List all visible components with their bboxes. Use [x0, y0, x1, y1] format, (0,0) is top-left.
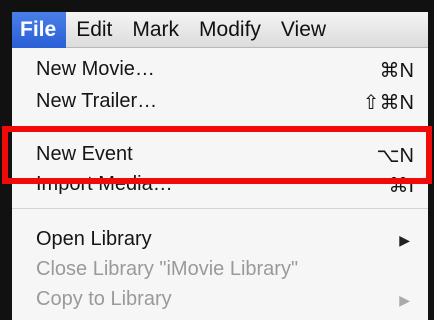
menu-item-close-library: Close Library "iMovie Library" — [12, 254, 428, 286]
menu-separator — [12, 126, 428, 127]
menu-item-new-movie[interactable]: New Movie… ⌘N — [12, 54, 428, 86]
menu-file[interactable]: File — [12, 11, 67, 48]
menu-item-label: Import Media… — [36, 173, 173, 195]
menu-item-copy-to-library: Copy to Library ▶ — [12, 284, 428, 316]
file-menu-dropdown: New Movie… ⌘N New Trailer… ⇧⌘N New Event… — [12, 48, 428, 320]
shortcut-label: ⇧⌘N — [362, 92, 414, 114]
menu-view[interactable]: View — [271, 12, 336, 48]
shortcut-label: ⌘I — [388, 175, 414, 197]
menu-item-label: Copy to Library — [36, 288, 172, 310]
menu-item-label: New Event — [36, 143, 133, 165]
menu-edit[interactable]: Edit — [66, 12, 122, 48]
menu-item-new-trailer[interactable]: New Trailer… ⇧⌘N — [12, 86, 428, 118]
submenu-arrow-icon: ▶ — [399, 292, 410, 308]
menu-modify[interactable]: Modify — [189, 12, 271, 48]
menu-item-label: New Trailer… — [36, 90, 158, 112]
menu-item-import-media[interactable]: Import Media… ⌘I — [12, 169, 428, 201]
menu-item-label: Close Library "iMovie Library" — [36, 258, 299, 280]
menu-item-label: Open Library — [36, 228, 152, 250]
menu-mark[interactable]: Mark — [122, 12, 189, 48]
menu-item-label: New Movie… — [36, 58, 155, 80]
menu-item-open-library[interactable]: Open Library ▶ — [12, 224, 428, 256]
screenshot-frame: File Edit Mark Modify View New Movie… ⌘N… — [0, 0, 434, 320]
menu-item-new-event[interactable]: New Event ⌥N — [12, 139, 428, 171]
shortcut-label: ⌥N — [376, 145, 415, 167]
submenu-arrow-icon: ▶ — [399, 232, 410, 248]
menu-separator — [12, 208, 428, 209]
shortcut-label: ⌘N — [379, 60, 414, 82]
menu-bar: File Edit Mark Modify View — [12, 11, 428, 48]
